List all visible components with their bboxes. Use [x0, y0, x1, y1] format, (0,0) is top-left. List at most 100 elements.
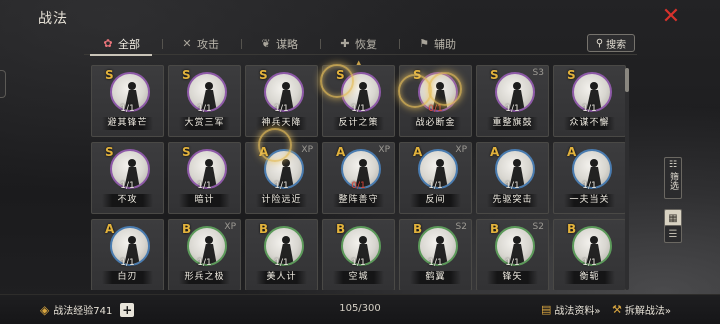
- filter-label: 筛选: [668, 172, 678, 190]
- decompose-button[interactable]: ⚒ 拆解战法»: [612, 302, 671, 317]
- flag-icon: ⚑: [419, 37, 429, 50]
- season-tag: S2: [455, 222, 467, 232]
- owned-count: 1/1: [120, 104, 135, 114]
- tactic-card[interactable]: S 1/1 神兵天降: [245, 65, 318, 137]
- grade-label: S: [413, 68, 422, 82]
- grade-label: S: [182, 145, 191, 159]
- side-drawer-handle[interactable]: [0, 70, 6, 98]
- tactic-name: 形兵之极: [179, 271, 230, 284]
- search-button[interactable]: ⚲ 搜索: [587, 34, 635, 52]
- tab-3[interactable]: ✚ 恢复: [321, 33, 399, 55]
- tactic-name: 先驱突击: [487, 194, 538, 207]
- tactic-name: 反间: [410, 194, 461, 207]
- owned-count: 1/1: [274, 104, 289, 114]
- owned-count: 1/1: [197, 258, 212, 268]
- owned-count: 1/1: [351, 258, 366, 268]
- tab-1[interactable]: ✕ 攻击: [163, 33, 241, 55]
- tactic-name: 空城: [333, 271, 384, 284]
- season-tag: XP: [301, 145, 313, 155]
- scrollbar-thumb[interactable]: [625, 68, 629, 92]
- owned-count: 1/1: [582, 104, 597, 114]
- tactic-card[interactable]: S S3 1/1 重整旗鼓: [476, 65, 549, 137]
- tactic-card[interactable]: A 1/1 白刃: [91, 219, 164, 290]
- filter-icon: ☷: [668, 160, 678, 170]
- tactic-name: 战必断金: [410, 117, 461, 130]
- tactic-card[interactable]: B 1/1 美人计: [245, 219, 318, 290]
- tactic-card[interactable]: S 1/1 大赏三军: [168, 65, 241, 137]
- tab-label: 全部: [118, 37, 140, 51]
- tactic-card[interactable]: B XP 1/1 形兵之极: [168, 219, 241, 290]
- tactic-info-label: 战法资料»: [554, 306, 601, 317]
- owned-count: 1/1: [428, 181, 443, 191]
- decompose-label: 拆解战法»: [624, 306, 671, 317]
- tactic-card[interactable]: A XP 1/1 计险远近: [245, 142, 318, 214]
- owned-count: 1/1: [505, 181, 520, 191]
- search-icon: ⚲: [595, 37, 604, 49]
- scrollbar[interactable]: [625, 68, 629, 290]
- owned-count: 1/1: [120, 181, 135, 191]
- tab-0[interactable]: ✿ 全部: [84, 33, 162, 56]
- tactic-name: 衡轭: [564, 271, 615, 284]
- grade-label: A: [336, 145, 346, 159]
- season-tag: S2: [532, 222, 544, 232]
- tab-4[interactable]: ⚑ 辅助: [400, 33, 478, 55]
- tactic-grid: S 1/1 避其锋芒 S 1/1 大赏三军 S 1/1 神兵天降 S 1/1 反计之策 S 0/1 战必断金…: [88, 65, 628, 290]
- tactic-name: 神兵天降: [256, 117, 307, 130]
- tactic-card[interactable]: S 1/1 避其锋芒: [91, 65, 164, 137]
- tactic-card[interactable]: B 1/1 空城: [322, 219, 395, 290]
- tactic-card[interactable]: S 0/1 战必断金: [399, 65, 472, 137]
- swords-icon: ✕: [182, 37, 192, 50]
- info-book-icon: ▤: [541, 303, 552, 316]
- tactic-card[interactable]: S 1/1 不攻: [91, 142, 164, 214]
- tactic-name: 白刃: [102, 271, 153, 284]
- page-title: 战法: [38, 11, 68, 27]
- tactic-name: 反计之策: [333, 117, 384, 130]
- tactic-card[interactable]: S 1/1 反计之策: [322, 65, 395, 137]
- season-tag: XP: [378, 145, 390, 155]
- owned-count: 1/1: [582, 258, 597, 268]
- grade-label: S: [567, 68, 576, 82]
- tactic-card[interactable]: A 1/1 一夫当关: [553, 142, 626, 214]
- owned-count: 0/1: [428, 104, 443, 114]
- tactic-name: 锋矢: [487, 271, 538, 284]
- heal-icon: ✚: [340, 37, 350, 50]
- owned-count: 1/1: [351, 104, 366, 114]
- tactic-card[interactable]: A 1/1 先驱突击: [476, 142, 549, 214]
- close-icon[interactable]: ✕: [660, 6, 682, 28]
- tab-label: 辅助: [434, 37, 456, 51]
- grade-label: B: [336, 222, 346, 236]
- grade-label: B: [490, 222, 500, 236]
- owned-count: 0/1: [351, 181, 366, 191]
- grade-label: S: [105, 145, 114, 159]
- filter-button[interactable]: ☷ 筛选: [664, 157, 682, 199]
- tactic-card[interactable]: A XP 0/1 整阵善守: [322, 142, 395, 214]
- tactic-card[interactable]: A XP 1/1 反间: [399, 142, 472, 214]
- scroll-icon: ❦: [261, 37, 271, 50]
- grade-label: A: [490, 145, 500, 159]
- tab-2[interactable]: ❦ 谋略: [242, 33, 320, 55]
- grade-label: S: [490, 68, 499, 82]
- tab-label: 攻击: [197, 37, 219, 51]
- tactic-card[interactable]: B 1/1 衡轭: [553, 219, 626, 290]
- season-tag: XP: [455, 145, 467, 155]
- tactic-card[interactable]: S 1/1 众谋不懈: [553, 65, 626, 137]
- grade-label: B: [413, 222, 423, 236]
- tactic-card[interactable]: S 1/1 暗计: [168, 142, 241, 214]
- owned-count: 1/1: [197, 181, 212, 191]
- owned-count: 1/1: [505, 258, 520, 268]
- tactic-name: 计险远近: [256, 194, 307, 207]
- tactic-name: 重整旗鼓: [487, 117, 538, 130]
- owned-count: 1/1: [428, 258, 443, 268]
- tactic-name: 避其锋芒: [102, 117, 153, 130]
- grade-label: B: [259, 222, 269, 236]
- grade-label: S: [259, 68, 268, 82]
- tactic-name: 整阵善守: [333, 194, 384, 207]
- tab-label: 恢复: [355, 37, 377, 51]
- owned-count: 1/1: [274, 258, 289, 268]
- list-view-icon[interactable]: ☰: [664, 225, 682, 243]
- grade-label: A: [105, 222, 115, 236]
- tactic-card[interactable]: B S2 1/1 锋矢: [476, 219, 549, 290]
- footer-bar: ◈ 战法经验741 + 105/300 ▤ 战法资料» ⚒ 拆解战法»: [0, 294, 720, 324]
- tactic-info-button[interactable]: ▤ 战法资料»: [541, 302, 601, 317]
- tactic-card[interactable]: B S2 1/1 鹤翼: [399, 219, 472, 290]
